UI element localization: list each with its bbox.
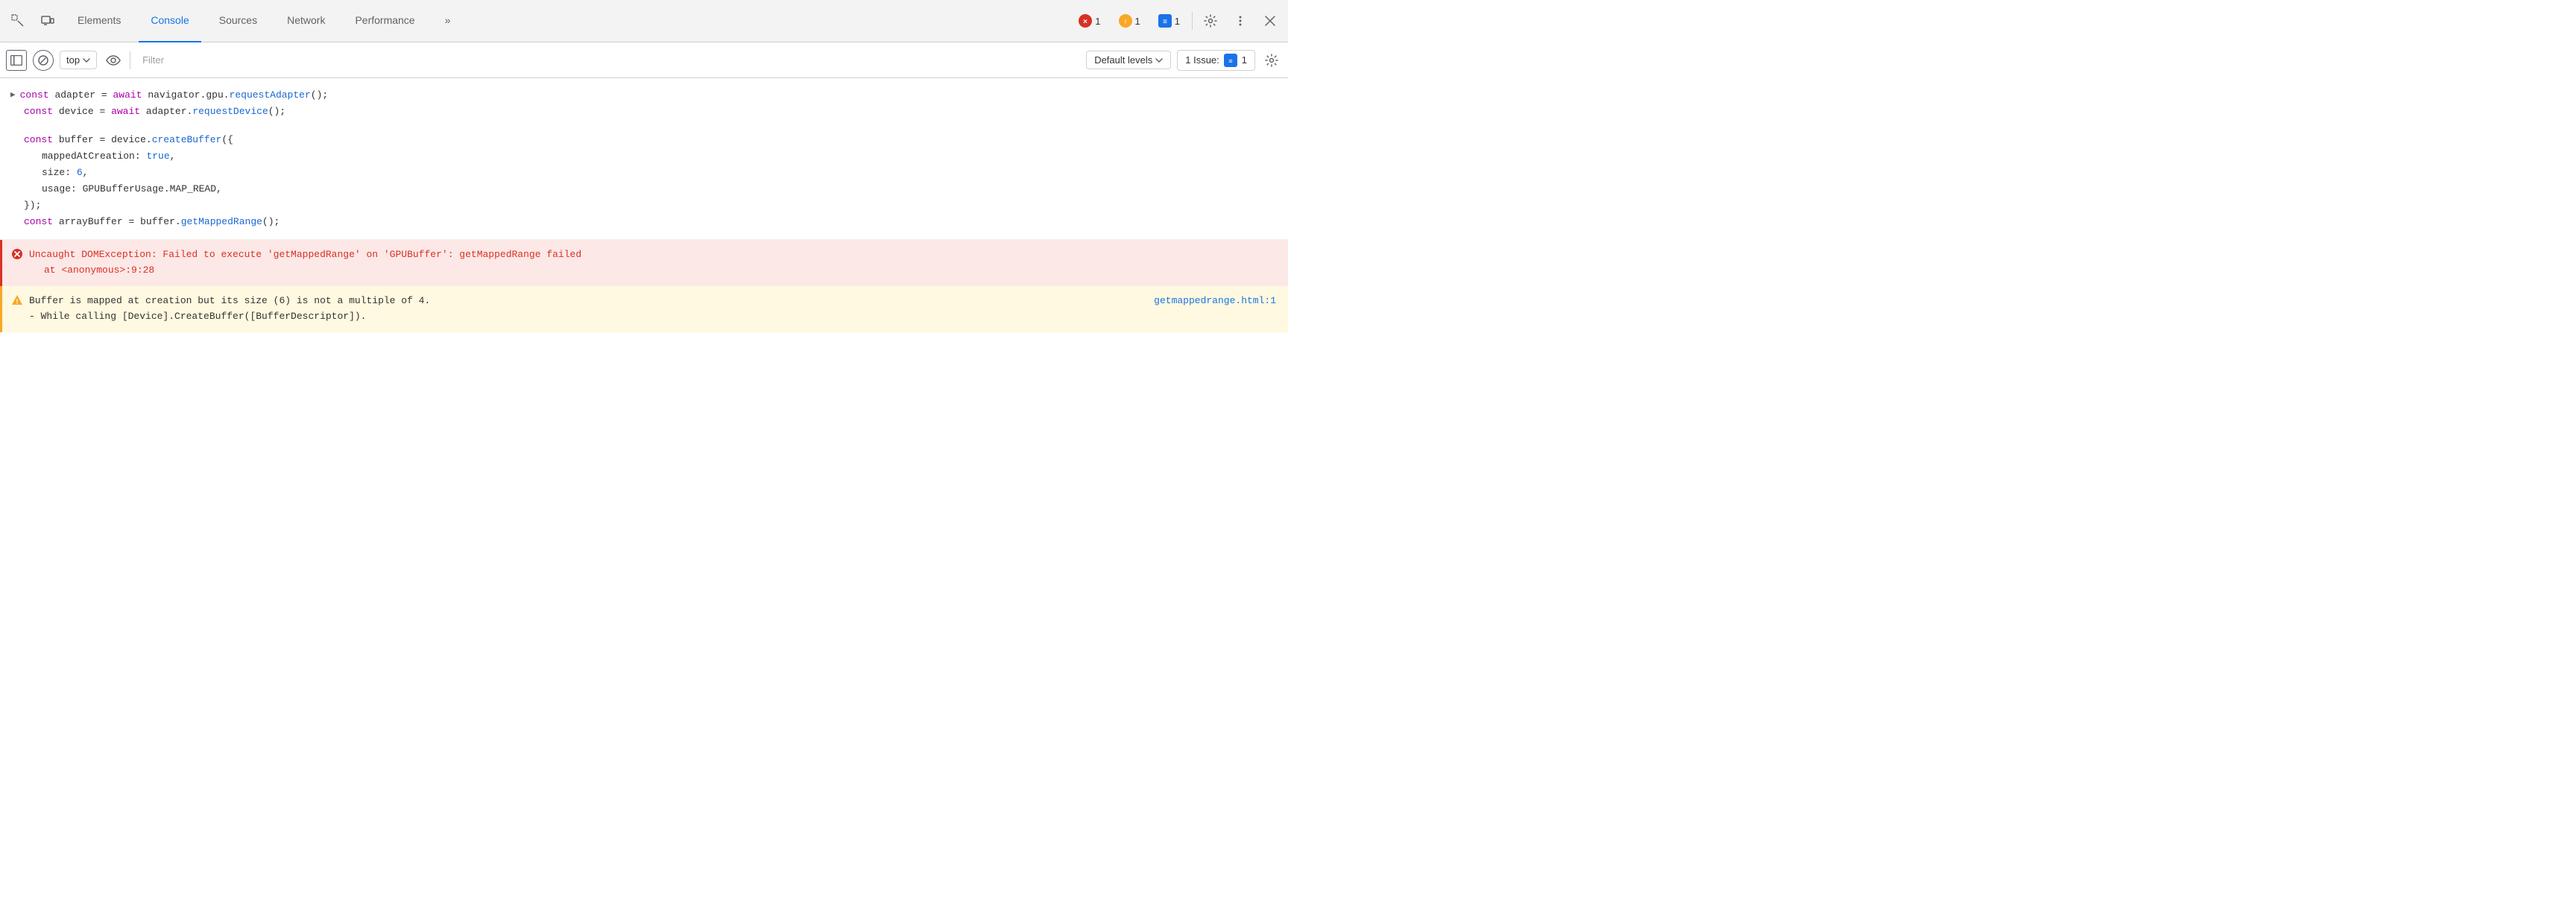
console-toolbar: top Default levels 1 Issue: — [0, 42, 1288, 78]
tab-more[interactable]: » — [433, 0, 463, 42]
code-line-5: size: 6, — [24, 165, 1276, 181]
clear-console-icon[interactable] — [33, 50, 54, 71]
warn-count: 1 — [1135, 16, 1140, 27]
error-icon — [11, 248, 23, 267]
tab-bar: Elements Console Sources Network Perform… — [0, 0, 1288, 42]
svg-text:!: ! — [15, 298, 19, 305]
error-badge: ✕ — [1079, 14, 1092, 28]
warn-main: Buffer is mapped at creation but its siz… — [29, 294, 1148, 325]
svg-text:✕: ✕ — [1083, 19, 1088, 25]
svg-text:≡: ≡ — [1163, 18, 1167, 26]
close-icon[interactable] — [1258, 9, 1282, 33]
toolbar-right: Default levels 1 Issue: ≡ 1 — [1086, 50, 1282, 71]
tab-elements[interactable]: Elements — [66, 0, 133, 42]
context-selector[interactable]: top — [60, 51, 97, 69]
warn-source-link[interactable]: getmappedrange.html:1 — [1154, 294, 1276, 309]
levels-label: Default levels — [1094, 54, 1152, 66]
info-count-button[interactable]: ≡ 1 — [1152, 11, 1186, 31]
svg-text:≡: ≡ — [1228, 57, 1232, 65]
code-line-4: mappedAtCreation: true, — [24, 148, 1276, 165]
error-subtext: at <anonymous>:9:28 — [29, 263, 581, 279]
levels-chevron-icon — [1155, 58, 1163, 63]
settings-icon[interactable] — [1199, 9, 1222, 33]
toolbar-left: top — [6, 50, 280, 71]
error-message: Uncaught DOMException: Failed to execute… — [0, 240, 1288, 286]
inspect-element-icon[interactable] — [6, 9, 30, 33]
tab-performance[interactable]: Performance — [343, 0, 426, 42]
expand-arrow-icon[interactable]: ▶ — [10, 89, 16, 103]
error-count-button[interactable]: ✕ 1 — [1073, 11, 1106, 31]
code-line-8: const arrayBuffer = buffer.getMappedRang… — [24, 214, 1276, 230]
issues-count: 1 — [1242, 54, 1247, 66]
tab-bar-left: Elements Console Sources Network Perform… — [6, 0, 1070, 42]
device-toolbar-icon[interactable] — [36, 9, 60, 33]
default-levels-button[interactable]: Default levels — [1086, 51, 1171, 69]
code-line-1: ▶ const adapter = await navigator.gpu.re… — [24, 87, 1276, 104]
sidebar-toggle-button[interactable] — [6, 50, 27, 71]
error-count: 1 — [1095, 16, 1100, 27]
more-options-icon[interactable] — [1228, 9, 1252, 33]
console-settings-icon[interactable] — [1261, 50, 1282, 71]
warn-subtext: - While calling [Device].CreateBuffer([B… — [29, 309, 1148, 325]
issues-button[interactable]: 1 Issue: ≡ 1 — [1177, 50, 1255, 71]
issues-label: 1 Issue: — [1185, 54, 1219, 66]
code-line-6: usage: GPUBufferUsage.MAP_READ, — [24, 181, 1276, 197]
warn-content: Buffer is mapped at creation but its siz… — [29, 294, 1276, 325]
console-content: ▶ const adapter = await navigator.gpu.re… — [0, 78, 1288, 450]
warn-icon: ! — [11, 294, 23, 314]
chevron-down-icon — [83, 58, 90, 63]
warn-count-button[interactable]: ! 1 — [1113, 11, 1146, 31]
context-label: top — [66, 54, 80, 66]
issues-count-badge: ≡ — [1224, 54, 1237, 67]
tab-bar-right: ✕ 1 ! 1 ≡ 1 — [1073, 9, 1282, 33]
code-line-3: const buffer = device.createBuffer({ — [24, 132, 1276, 148]
code-block-main: ▶ const adapter = await navigator.gpu.re… — [0, 78, 1288, 240]
live-expressions-icon[interactable] — [103, 50, 124, 71]
filter-input[interactable] — [136, 50, 280, 71]
tab-console[interactable]: Console — [139, 0, 201, 42]
code-line-2: const device = await adapter.requestDevi… — [24, 104, 1276, 120]
error-content: Uncaught DOMException: Failed to execute… — [29, 247, 581, 279]
tab-network[interactable]: Network — [275, 0, 337, 42]
info-count: 1 — [1175, 16, 1180, 27]
warn-text: Buffer is mapped at creation but its siz… — [29, 294, 1148, 309]
info-badge: ≡ — [1158, 14, 1172, 28]
svg-text:!: ! — [1124, 20, 1126, 25]
tab-sources[interactable]: Sources — [207, 0, 269, 42]
blank-line — [24, 120, 1276, 132]
warn-badge: ! — [1119, 14, 1132, 28]
code-line-7: }); — [24, 197, 1276, 214]
divider-1 — [1192, 12, 1193, 30]
warn-message: ! Buffer is mapped at creation but its s… — [0, 286, 1288, 332]
error-text: Uncaught DOMException: Failed to execute… — [29, 247, 581, 263]
